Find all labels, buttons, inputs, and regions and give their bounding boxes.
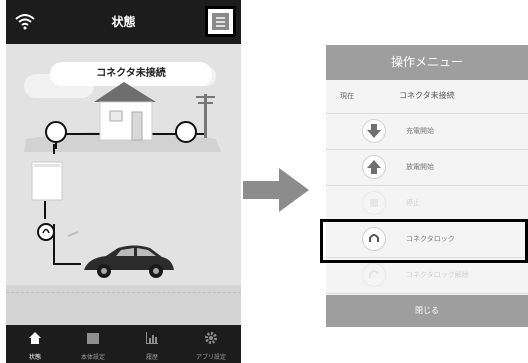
system-diagram [24, 82, 221, 278]
current-status-row: 現在 コネクタ未接続 [326, 80, 528, 114]
menu-item-label: 充電開始 [406, 127, 434, 135]
menu-button[interactable] [205, 6, 236, 37]
menu-item-label: 放電開始 [406, 163, 434, 171]
menu-item-start-discharging[interactable]: 放電開始 [326, 150, 528, 186]
operation-menu-dialog: 操作メニュー 現在 コネクタ未接続 充電開始 放電開始 停止 コネクタロック コ… [326, 45, 528, 327]
status-bar: 状態 [6, 0, 241, 44]
menu-icon [212, 13, 229, 30]
utility-pole-icon [196, 94, 215, 138]
car-icon [84, 245, 174, 278]
current-label: 現在 [340, 92, 354, 100]
tab-label: 本体設定 [80, 354, 105, 361]
stop-icon [363, 192, 385, 214]
tab-device-settings[interactable]: 本体設定 [64, 325, 122, 363]
gear-icon [205, 332, 217, 344]
arrow-up-icon [363, 156, 385, 178]
current-value: コネクタ未接続 [399, 91, 455, 100]
menu-item-connector-unlock[interactable]: コネクタロック解除 [326, 258, 528, 294]
tab-label: アプリ設定 [195, 354, 226, 361]
tab-label: 状態 [28, 354, 41, 361]
close-button[interactable]: 閉じる [326, 295, 528, 327]
highlight-frame [320, 219, 528, 263]
menu-item-stop[interactable]: 停止 [326, 186, 528, 222]
tab-app-settings[interactable]: アプリ設定 [182, 325, 240, 363]
tab-status[interactable]: 状態 [6, 325, 64, 363]
charger-unit-icon [31, 161, 63, 201]
menu-item-label: コネクタロック解除 [406, 271, 469, 279]
bottom-tab-bar: 状態 本体設定 履歴 アプリ設定 [6, 325, 241, 363]
menu-item-start-charging[interactable]: 充電開始 [326, 114, 528, 150]
settings-panel-icon [87, 333, 99, 344]
phone-screen: 状態 コネクタ未接続 状態 本体設定 履歴 アプリ設定 [6, 0, 241, 363]
home-icon [29, 332, 41, 344]
tab-label: 履歴 [145, 354, 158, 361]
node-icon [175, 121, 197, 143]
house-icon [94, 82, 156, 141]
unlock-icon [363, 264, 385, 286]
node-icon [45, 121, 67, 143]
connector-icon [37, 223, 55, 241]
menu-item-label: 停止 [406, 199, 420, 207]
arrow-right-icon [243, 168, 309, 212]
menu-title: 操作メニュー [326, 45, 528, 80]
tab-history[interactable]: 履歴 [123, 325, 181, 363]
arrow-down-icon [363, 120, 385, 142]
bar-chart-icon [146, 332, 158, 344]
